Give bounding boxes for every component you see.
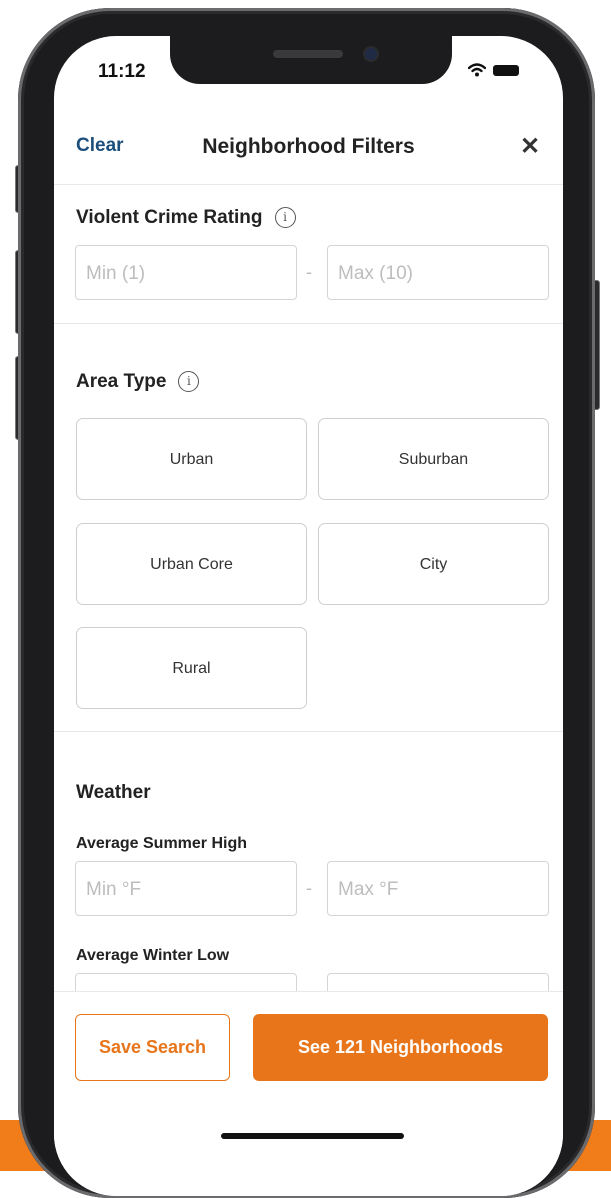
- info-icon[interactable]: i: [274, 207, 296, 229]
- area-option-rural[interactable]: Rural: [76, 627, 307, 709]
- crime-title: Violent Crime Rating: [76, 207, 263, 228]
- summer-max-input[interactable]: Max °F: [327, 861, 549, 916]
- wifi-icon: [468, 63, 486, 77]
- summer-min-input[interactable]: Min °F: [75, 861, 297, 916]
- range-separator: -: [306, 878, 312, 898]
- range-separator: -: [306, 262, 312, 282]
- close-icon[interactable]: ✕: [520, 132, 540, 161]
- section-divider: [54, 323, 563, 324]
- speaker-grille: [273, 50, 343, 58]
- summer-high-label: Average Summer High: [76, 835, 248, 852]
- winter-max-input[interactable]: [327, 973, 549, 991]
- area-type-title: Area Type: [76, 371, 167, 392]
- notch: [170, 36, 452, 84]
- page-title: Neighborhood Filters: [202, 135, 415, 158]
- weather-title: Weather: [76, 782, 151, 803]
- winter-low-label: Average Winter Low: [76, 947, 230, 964]
- winter-min-input[interactable]: [75, 973, 297, 991]
- see-neighborhoods-button[interactable]: See 121 Neighborhoods: [253, 1014, 548, 1081]
- area-type-section: Area Type i: [76, 371, 200, 393]
- area-option-suburban[interactable]: Suburban: [318, 418, 549, 500]
- crime-section: Violent Crime Rating i: [76, 207, 296, 229]
- crime-max-input[interactable]: Max (10): [327, 245, 549, 300]
- area-option-city[interactable]: City: [318, 523, 549, 605]
- status-time: 11:12: [98, 61, 146, 82]
- phone-screen: 11:12 Clear Neighborhood Filters ✕ Viole…: [54, 36, 563, 1196]
- area-option-urban-core[interactable]: Urban Core: [76, 523, 307, 605]
- save-search-button[interactable]: Save Search: [75, 1014, 230, 1081]
- area-option-urban[interactable]: Urban: [76, 418, 307, 500]
- section-divider: [54, 731, 563, 732]
- crime-min-input[interactable]: Min (1): [75, 245, 297, 300]
- status-icons: [468, 63, 519, 77]
- filters-scroll-area[interactable]: Violent Crime Rating i Min (1) - Max (10)…: [54, 185, 563, 991]
- filters-header: Clear Neighborhood Filters ✕: [54, 118, 563, 185]
- battery-icon: [493, 64, 519, 76]
- front-camera: [365, 48, 377, 60]
- action-footer: Save Search See 121 Neighborhoods: [54, 991, 563, 1196]
- home-indicator[interactable]: [221, 1133, 404, 1139]
- info-icon[interactable]: i: [178, 371, 200, 393]
